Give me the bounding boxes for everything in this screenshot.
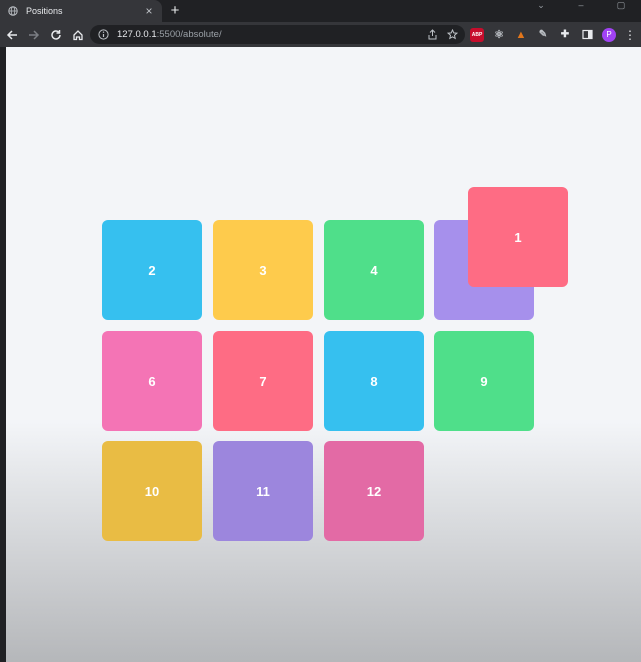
box-label: 4	[370, 262, 378, 278]
page-viewport: 2 3 4 5 6 7 8 9 10 11 12 1	[6, 47, 641, 662]
metamask-fox-icon[interactable]: ▲	[514, 28, 528, 42]
kebab-menu-icon[interactable]: ⋮	[624, 28, 636, 42]
window-controls: ⌄ – ▢	[521, 0, 641, 12]
box-1-absolute: 1	[468, 187, 568, 287]
url-path: :5500/absolute/	[156, 29, 222, 40]
box-label: 3	[259, 262, 267, 278]
box-label: 8	[370, 373, 378, 389]
side-panel-icon[interactable]	[580, 28, 594, 42]
box-11: 11	[213, 441, 313, 541]
globe-icon	[8, 6, 18, 16]
react-devtools-icon[interactable]: ⚛	[492, 28, 506, 42]
box-6: 6	[102, 331, 202, 431]
pen-icon[interactable]: ✎	[536, 28, 550, 42]
tab-title: Positions	[26, 6, 63, 16]
adblock-icon[interactable]: ABP	[470, 27, 484, 42]
box-10: 10	[102, 441, 202, 541]
extensions-bar: ABP ⚛ ▲ ✎ ✚ P ⋮	[470, 26, 636, 43]
box-2: 2	[102, 220, 202, 320]
share-icon[interactable]	[425, 28, 439, 42]
address-bar[interactable]: 127.0.0.1:5500/absolute/	[90, 25, 465, 44]
reload-button[interactable]	[46, 25, 66, 45]
close-tab-icon[interactable]: ×	[142, 4, 156, 18]
back-button[interactable]	[2, 25, 22, 45]
profile-avatar[interactable]: P	[602, 27, 616, 42]
box-7: 7	[213, 331, 313, 431]
box-9: 9	[434, 331, 534, 431]
box-label: 9	[480, 373, 488, 389]
tab-positions[interactable]: Positions ×	[0, 0, 162, 22]
box-3: 3	[213, 220, 313, 320]
box-label: 10	[144, 483, 160, 499]
reload-icon	[51, 29, 61, 40]
box-label: 12	[366, 483, 382, 499]
home-icon	[73, 29, 83, 40]
browser-toolbar: 127.0.0.1:5500/absolute/ ABP ⚛ ▲ ✎ ✚ P ⋮	[0, 22, 641, 47]
box-12: 12	[324, 441, 424, 541]
box-8: 8	[324, 331, 424, 431]
box-label: 7	[259, 373, 267, 389]
maximize-icon[interactable]: ▢	[601, 0, 641, 12]
extensions-puzzle-icon[interactable]: ✚	[558, 28, 572, 42]
star-icon[interactable]	[445, 28, 459, 42]
box-label: 6	[148, 373, 156, 389]
minimize-icon[interactable]: –	[561, 0, 601, 12]
tab-strip: Positions × + ⌄ – ▢	[0, 0, 641, 22]
forward-button[interactable]	[24, 25, 44, 45]
home-button[interactable]	[68, 25, 88, 45]
info-icon[interactable]	[98, 29, 109, 40]
url-host: 127.0.0.1	[117, 29, 157, 40]
arrow-right-icon	[29, 29, 40, 40]
url-text[interactable]: 127.0.0.1:5500/absolute/	[117, 29, 425, 40]
box-label: 11	[256, 483, 270, 499]
new-tab-button[interactable]: +	[167, 3, 183, 19]
arrow-left-icon	[6, 29, 17, 40]
chevron-down-icon[interactable]: ⌄	[521, 0, 561, 12]
box-4: 4	[324, 220, 424, 320]
box-label: 1	[514, 229, 522, 245]
box-label: 2	[148, 262, 156, 278]
